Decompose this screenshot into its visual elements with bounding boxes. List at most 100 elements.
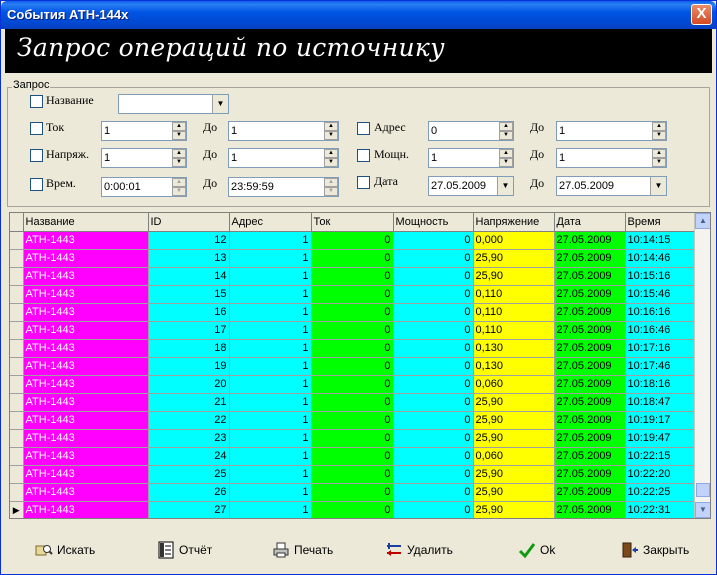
table-cell[interactable]: 18 (148, 339, 230, 358)
table-cell[interactable]: АТН-1443 (23, 447, 149, 466)
table-row[interactable]: ▶ АТН-1443 27 1 0 0 25,90 27.05.2009 10:22:31 (10, 501, 696, 518)
spin-arrows-icon[interactable]: ▲ ▼ (499, 122, 513, 140)
table-cell[interactable]: 0,110 (473, 303, 555, 322)
table-cell[interactable]: АТН-1443 (23, 357, 149, 376)
table-cell[interactable]: АТН-1443 (23, 483, 149, 502)
table-cell[interactable]: 27.05.2009 (554, 375, 626, 394)
name-checkbox[interactable] (30, 95, 43, 108)
current-to-spinner[interactable]: 1 ▲ ▼ (228, 121, 339, 141)
table-cell[interactable]: 1 (229, 501, 312, 518)
table-cell[interactable]: 0 (311, 375, 394, 394)
spin-arrows-icon[interactable]: ▲ ▼ (652, 122, 666, 140)
table-cell[interactable]: 25,90 (473, 393, 555, 412)
search-button[interactable]: Искать (35, 537, 95, 563)
table-cell[interactable]: 25,90 (473, 267, 555, 286)
table-row[interactable]: АТН-1443 16 1 0 0 0,110 27.05.2009 10:16:16 (10, 303, 696, 322)
table-cell[interactable]: АТН-1443 (23, 303, 149, 322)
table-cell[interactable]: АТН-1443 (23, 393, 149, 412)
table-cell[interactable]: 0 (393, 285, 474, 304)
table-cell[interactable]: 10:19:17 (625, 411, 696, 430)
table-cell[interactable]: 25 (148, 465, 230, 484)
table-cell[interactable]: 15 (148, 285, 230, 304)
table-row[interactable]: АТН-1443 15 1 0 0 0,110 27.05.2009 10:15:46 (10, 285, 696, 304)
column-header[interactable]: Дата (554, 213, 626, 232)
table-row[interactable]: АТН-1443 24 1 0 0 0,060 27.05.2009 10:22:15 (10, 447, 696, 466)
voltage-checkbox[interactable] (30, 149, 43, 162)
report-button[interactable]: Отчёт (157, 537, 212, 563)
table-cell[interactable]: 27.05.2009 (554, 231, 626, 250)
table-cell[interactable]: АТН-1443 (23, 321, 149, 340)
table-cell[interactable]: АТН-1443 (23, 465, 149, 484)
table-cell[interactable]: 10:22:25 (625, 483, 696, 502)
row-indicator[interactable] (10, 393, 24, 412)
scroll-up-icon[interactable]: ▲ (695, 213, 710, 229)
table-cell[interactable]: 0 (311, 429, 394, 448)
vertical-scrollbar[interactable]: ▲ ▼ (694, 213, 710, 518)
table-cell[interactable]: 10:15:16 (625, 267, 696, 286)
row-indicator[interactable] (10, 231, 24, 250)
table-cell[interactable]: 0 (311, 465, 394, 484)
table-cell[interactable]: 25,90 (473, 249, 555, 268)
table-cell[interactable]: 25,90 (473, 483, 555, 502)
title-bar[interactable]: События АТН-144х X (1, 1, 716, 29)
table-cell[interactable]: 0 (393, 375, 474, 394)
table-cell[interactable]: 0 (311, 231, 394, 250)
table-cell[interactable]: 0,000 (473, 231, 555, 250)
table-cell[interactable]: 0 (311, 447, 394, 466)
row-indicator[interactable] (10, 267, 24, 286)
table-cell[interactable]: 0 (311, 501, 394, 518)
table-cell[interactable]: 13 (148, 249, 230, 268)
table-cell[interactable]: 24 (148, 447, 230, 466)
table-cell[interactable]: 0,110 (473, 285, 555, 304)
table-cell[interactable]: 0 (311, 411, 394, 430)
table-cell[interactable]: 1 (229, 303, 312, 322)
table-cell[interactable]: 0 (393, 429, 474, 448)
table-row[interactable]: АТН-1443 25 1 0 0 25,90 27.05.2009 10:22:20 (10, 465, 696, 484)
table-cell[interactable]: 25,90 (473, 501, 555, 518)
spin-arrows-icon[interactable]: ▲ ▼ (652, 149, 666, 167)
print-button[interactable]: Печать (272, 537, 333, 563)
table-cell[interactable]: 0,110 (473, 321, 555, 340)
table-cell[interactable]: 1 (229, 285, 312, 304)
table-cell[interactable]: 10:17:16 (625, 339, 696, 358)
table-cell[interactable]: 0,060 (473, 447, 555, 466)
table-cell[interactable]: АТН-1443 (23, 339, 149, 358)
table-cell[interactable]: 1 (229, 429, 312, 448)
row-indicator[interactable] (10, 339, 24, 358)
voltage-to-spinner[interactable]: 1 ▲ ▼ (228, 148, 339, 168)
table-cell[interactable]: 10:16:16 (625, 303, 696, 322)
close-button[interactable]: Закрыть (621, 537, 689, 563)
current-row-indicator-icon[interactable]: ▶ (10, 501, 24, 518)
table-cell[interactable]: 0 (311, 393, 394, 412)
table-cell[interactable]: 10:14:46 (625, 249, 696, 268)
table-cell[interactable]: АТН-1443 (23, 501, 149, 518)
address-from-spinner[interactable]: 0 ▲ ▼ (428, 121, 514, 141)
table-row[interactable]: АТН-1443 23 1 0 0 25,90 27.05.2009 10:19:47 (10, 429, 696, 448)
table-cell[interactable]: 27.05.2009 (554, 465, 626, 484)
column-header[interactable]: Время (625, 213, 696, 232)
scroll-down-icon[interactable]: ▼ (695, 502, 710, 518)
table-cell[interactable]: 0,060 (473, 375, 555, 394)
spin-arrows-icon[interactable]: ▲ ▼ (324, 149, 338, 167)
power-from-spinner[interactable]: 1 ▲ ▼ (428, 148, 514, 168)
table-cell[interactable]: 27.05.2009 (554, 285, 626, 304)
table-cell[interactable]: 0 (393, 483, 474, 502)
table-cell[interactable]: 27.05.2009 (554, 321, 626, 340)
table-cell[interactable]: 10:15:46 (625, 285, 696, 304)
table-cell[interactable]: 10:18:16 (625, 375, 696, 394)
table-row[interactable]: АТН-1443 14 1 0 0 25,90 27.05.2009 10:15:16 (10, 267, 696, 286)
row-indicator[interactable] (10, 249, 24, 268)
address-checkbox[interactable] (357, 122, 370, 135)
table-cell[interactable]: 27.05.2009 (554, 429, 626, 448)
table-cell[interactable]: 10:14:15 (625, 231, 696, 250)
table-cell[interactable]: 19 (148, 357, 230, 376)
table-cell[interactable]: 26 (148, 483, 230, 502)
table-cell[interactable]: 22 (148, 411, 230, 430)
table-cell[interactable]: 0 (311, 285, 394, 304)
row-indicator[interactable] (10, 357, 24, 376)
table-cell[interactable]: АТН-1443 (23, 231, 149, 250)
table-cell[interactable]: 10:17:46 (625, 357, 696, 376)
column-header[interactable]: Адрес (229, 213, 312, 232)
table-cell[interactable]: 10:19:47 (625, 429, 696, 448)
table-cell[interactable]: 0 (393, 267, 474, 286)
